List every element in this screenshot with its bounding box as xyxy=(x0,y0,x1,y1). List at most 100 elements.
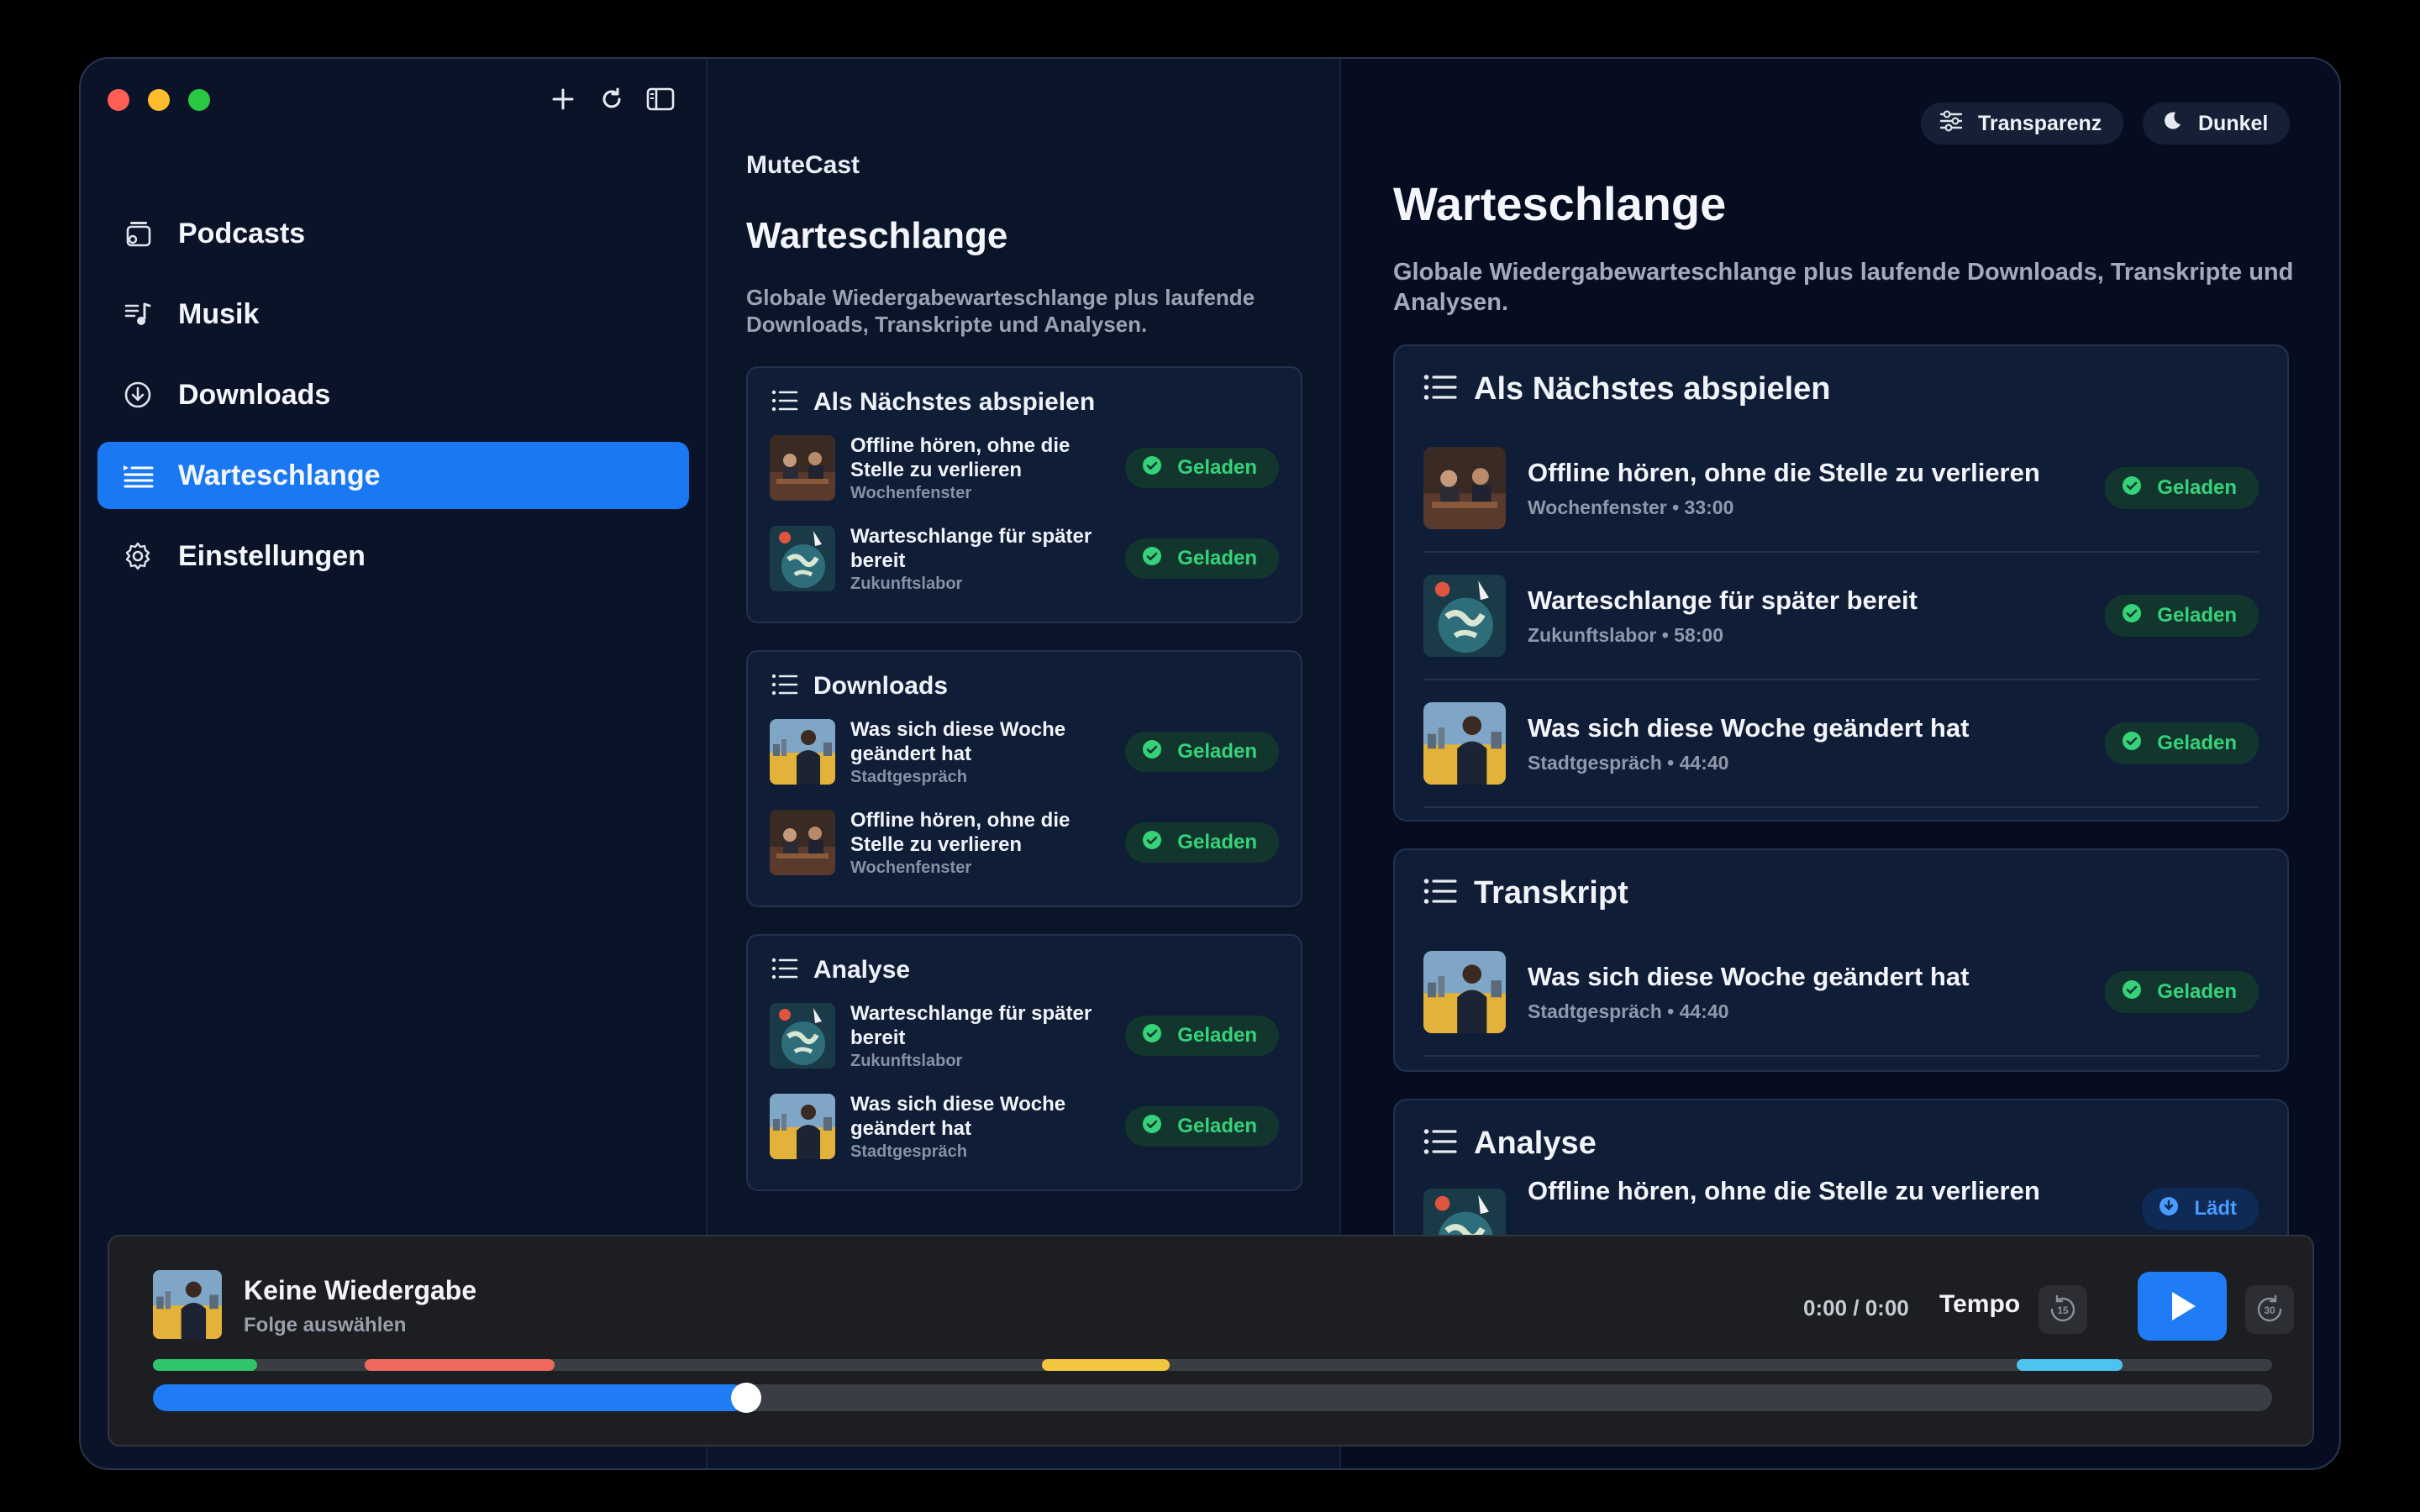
episode-meta: Wochenfenster • 33:00 xyxy=(1528,496,1734,518)
now-playing-artwork xyxy=(153,1270,222,1339)
list-item[interactable]: Was sich diese Woche geändert hat Stadtg… xyxy=(1423,929,2259,1057)
status-text: Lädt xyxy=(2194,1197,2237,1220)
list-icon xyxy=(1423,1127,1457,1160)
status-text: Geladen xyxy=(2157,476,2237,499)
status-text: Geladen xyxy=(2157,980,2237,1003)
episode-title: Was sich diese Woche geändert hat xyxy=(1528,961,1970,991)
check-circle-icon xyxy=(2122,603,2142,629)
list-item[interactable]: Was sich diese Woche geändert hat Stadtg… xyxy=(1423,680,2259,808)
moon-icon xyxy=(2161,110,2198,138)
chapter-marker[interactable] xyxy=(153,1359,257,1371)
episode-show: Stadtgespräch xyxy=(850,767,967,786)
refresh-icon[interactable] xyxy=(597,84,627,114)
status-text: Geladen xyxy=(1177,831,1257,853)
episode-title: Warteschlange für später bereit xyxy=(850,524,1092,572)
app-name: MuteCast xyxy=(746,151,860,179)
queue-section-card: Als Nächstes abspielen Offline hören, oh… xyxy=(746,366,1302,623)
gear-icon xyxy=(121,539,155,573)
status-badge: Geladen xyxy=(1125,732,1279,772)
list-icon xyxy=(1423,877,1457,910)
minimize-window-button[interactable] xyxy=(148,89,170,111)
queue-section-card: Transkript Was sich diese Woche geändert… xyxy=(1393,848,2289,1072)
list-item[interactable]: Warteschlange für später bereit Zukunfts… xyxy=(1423,553,2259,680)
sliders-icon xyxy=(1939,109,1978,138)
list-item[interactable]: Warteschlange für später bereit Zukunfts… xyxy=(770,521,1279,596)
sidebar-item-downloads[interactable]: Downloads xyxy=(97,361,689,428)
sidebar-item-einstellungen[interactable]: Einstellungen xyxy=(97,522,689,590)
theme-button[interactable]: Dunkel xyxy=(2143,102,2291,144)
section-header: Als Nächstes abspielen xyxy=(771,388,1095,417)
sidebar-item-podcasts[interactable]: Podcasts xyxy=(97,200,689,267)
check-circle-icon xyxy=(1142,1023,1162,1049)
episode-title: Was sich diese Woche geändert hat xyxy=(850,717,1066,765)
episode-title: Offline hören, ohne die Stelle zu verlie… xyxy=(850,433,1071,481)
list-item[interactable]: Offline hören, ohne die Stelle zu verlie… xyxy=(770,805,1279,880)
sidebar-item-label: Downloads xyxy=(178,378,331,411)
list-icon xyxy=(771,673,798,701)
sidebar-item-warteschlange[interactable]: Warteschlange xyxy=(97,442,689,509)
sidebar-item-label: Musik xyxy=(178,297,260,330)
sidebar-item-musik[interactable]: Musik xyxy=(97,281,689,348)
episode-artwork-zukunftslabor xyxy=(770,526,835,591)
section-title: Analyse xyxy=(1474,1126,1597,1161)
check-circle-icon xyxy=(2122,475,2142,501)
status-text: Geladen xyxy=(1177,1115,1257,1137)
download-icon xyxy=(121,378,155,412)
episode-artwork-zukunftslabor xyxy=(770,1003,835,1068)
status-badge: Geladen xyxy=(1125,1106,1279,1147)
check-circle-icon xyxy=(1142,455,1162,481)
queue-section-card: Analyse Warteschlange für später bereit … xyxy=(746,934,1302,1191)
episode-show: Wochenfenster xyxy=(850,858,972,877)
podcasts-icon xyxy=(121,217,155,250)
list-item[interactable]: Offline hören, ohne die Stelle zu verlie… xyxy=(770,430,1279,506)
list-icon xyxy=(771,389,798,417)
transparency-button[interactable]: Transparenz xyxy=(1921,102,2124,144)
episode-show: Zukunftslabor xyxy=(850,1051,963,1070)
chapter-marker[interactable] xyxy=(1042,1359,1170,1371)
detail-subtitle: Globale Wiedergabewarteschlange plus lau… xyxy=(1393,259,2294,316)
status-badge: Geladen xyxy=(1125,448,1279,488)
episode-artwork-zukunftslabor xyxy=(1423,575,1506,657)
close-window-button[interactable] xyxy=(108,89,129,111)
chapter-marker[interactable] xyxy=(365,1359,555,1371)
tempo-button[interactable]: Tempo xyxy=(1939,1290,2020,1319)
list-item[interactable]: Was sich diese Woche geändert hat Stadtg… xyxy=(770,714,1279,790)
skip-forward-button[interactable]: 30 xyxy=(2245,1285,2294,1334)
episode-artwork-stadtgespraech xyxy=(1423,702,1506,785)
list-item[interactable]: Was sich diese Woche geändert hat Stadtg… xyxy=(770,1089,1279,1164)
status-text: Geladen xyxy=(1177,740,1257,763)
chapter-marker[interactable] xyxy=(2017,1359,2123,1371)
check-circle-icon xyxy=(1142,546,1162,572)
queue-icon xyxy=(121,459,155,492)
status-badge: Geladen xyxy=(2105,722,2259,764)
list-item[interactable]: Warteschlange für später bereit Zukunfts… xyxy=(770,998,1279,1074)
page-title: Warteschlange xyxy=(746,215,1008,256)
section-title: Als Nächstes abspielen xyxy=(1474,371,1831,407)
chapter-markers[interactable] xyxy=(153,1359,2272,1371)
list-icon xyxy=(1423,373,1457,406)
window-controls xyxy=(108,89,210,111)
list-item[interactable]: Offline hören, ohne die Stelle zu verlie… xyxy=(1423,425,2259,553)
episode-title: Offline hören, ohne die Stelle zu verlie… xyxy=(850,808,1071,856)
play-button[interactable] xyxy=(2138,1272,2227,1341)
check-circle-icon xyxy=(1142,830,1162,856)
episode-show: Zukunftslabor xyxy=(850,574,963,593)
play-icon xyxy=(2172,1292,2196,1320)
status-badge: Geladen xyxy=(1125,1016,1279,1056)
add-icon[interactable] xyxy=(548,84,578,114)
skip-back-button[interactable]: 15 xyxy=(2039,1285,2087,1334)
section-title: Downloads xyxy=(813,672,949,700)
check-circle-icon xyxy=(2122,731,2142,757)
svg-text:30: 30 xyxy=(2264,1305,2275,1316)
sidebar-toggle-icon[interactable] xyxy=(645,84,676,114)
section-header: Downloads xyxy=(771,672,948,701)
player-bar: Keine Wiedergabe Folge auswählen 0:00 / … xyxy=(108,1235,2314,1446)
status-badge: Geladen xyxy=(1125,822,1279,863)
check-circle-icon xyxy=(1142,1114,1162,1140)
section-header: Analyse xyxy=(771,956,910,984)
progress-knob[interactable] xyxy=(731,1383,762,1413)
episode-artwork-wochenfenster xyxy=(770,810,835,875)
progress-slider[interactable] xyxy=(153,1383,2272,1413)
zoom-window-button[interactable] xyxy=(188,89,210,111)
status-badge: Lädt xyxy=(2142,1188,2259,1230)
